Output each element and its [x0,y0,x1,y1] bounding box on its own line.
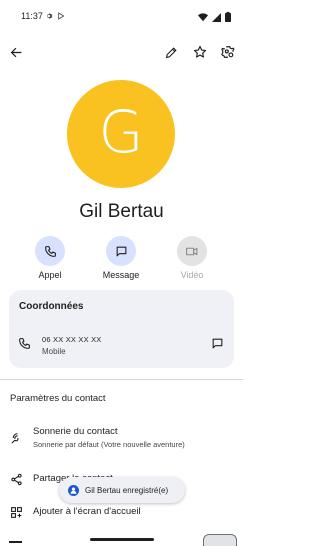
phone-icon [19,338,30,349]
share-icon [9,472,23,486]
star-outline-icon [193,45,207,58]
avatar-initial: G [98,98,144,166]
contact-settings-icon [221,46,235,58]
add-to-home-icon [9,505,23,519]
message-action-label: Message [102,270,140,280]
message-action[interactable]: Message [91,236,151,284]
wifi-icon [198,12,208,21]
section-divider [0,379,243,380]
arrow-back-icon [10,47,21,57]
pencil-icon [165,46,177,58]
message-icon [116,246,126,256]
person-icon [68,484,79,496]
video-action-button[interactable] [177,236,207,266]
phone-number[interactable]: 06 XX XX XX XX [42,335,102,344]
edit-button[interactable] [159,40,183,64]
play-store-icon [58,12,65,20]
status-time: 11:37 [21,11,43,21]
call-action[interactable]: Appel [20,236,80,284]
status-bar: 11:37 [0,0,243,36]
phone-type: Mobile [42,347,66,356]
video-action-label: Vidéo [180,270,204,280]
saved-toast: Gil Bertau enregistré(e) [59,477,185,503]
partial-row-icon [9,541,22,546]
top-app-bar [0,38,243,68]
message-action-button[interactable] [106,236,136,266]
toast-text: Gil Bertau enregistré(e) [85,485,169,495]
battery-icon [225,12,231,22]
call-action-button[interactable] [35,236,65,266]
status-notification-icons [45,12,65,20]
add-to-home-row-title[interactable]: Ajouter à l'écran d'accueil [33,506,141,517]
ringtone-row-subtitle: Sonnerie par défaut (Votre nouvelle aven… [33,440,185,449]
ringtone-row-title[interactable]: Sonnerie du contact [33,426,118,437]
partial-toggle-switch[interactable] [203,534,237,546]
contact-avatar[interactable]: G [67,80,175,188]
contact-settings-title: Paramètres du contact [10,393,106,404]
phone-row-call-button[interactable] [18,337,31,355]
status-system-icons [198,12,231,22]
gesture-nav-handle[interactable] [90,538,154,541]
favorite-button[interactable] [188,40,212,64]
message-icon [212,338,223,349]
call-action-label: Appel [38,270,62,280]
contact-name: Gil Bertau [79,201,164,222]
contact-info-card: Coordonnées 06 XX XX XX XX Mobile [9,290,234,368]
signal-icon [212,12,221,22]
ringtone-icon [9,431,23,445]
video-action[interactable]: Vidéo [162,236,222,284]
back-button[interactable] [4,40,28,64]
gear-icon [47,13,53,19]
contact-settings-button[interactable] [216,40,240,64]
phone-icon [44,245,56,257]
phone-row-message-button[interactable] [211,337,224,355]
video-icon [186,247,198,255]
contact-info-title: Coordonnées [19,301,84,312]
